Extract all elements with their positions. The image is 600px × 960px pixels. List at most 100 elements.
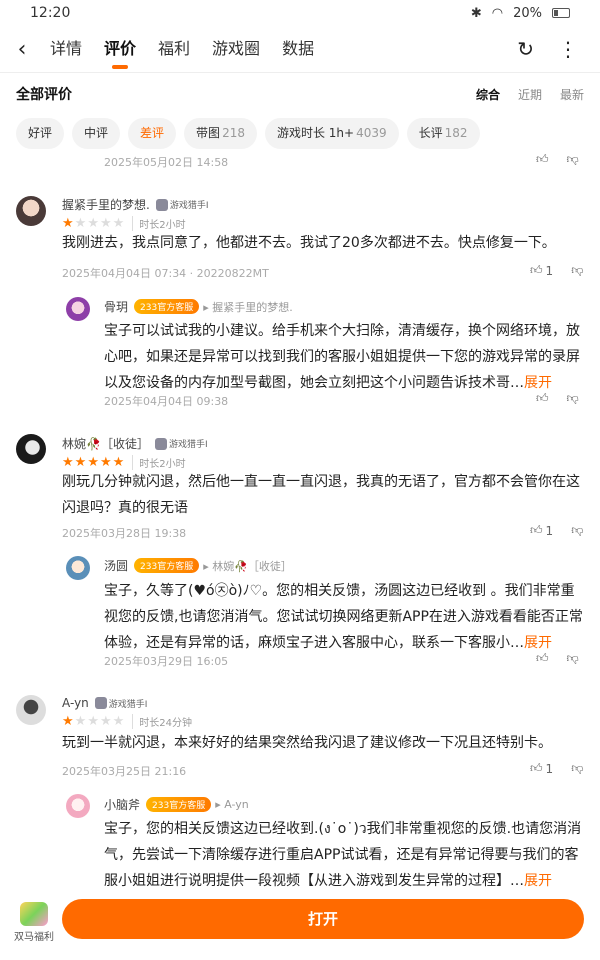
star-icon: ★ (74, 216, 87, 231)
nav-divider (0, 72, 600, 73)
expand-link[interactable]: 展开 (524, 873, 552, 889)
play-duration: 时长2小时 (132, 216, 186, 231)
review-author-row: 握紧手里的梦想. 游戏猎手I (62, 196, 208, 213)
reply-date: 2025年04月04日 09:38 (104, 395, 229, 408)
reply-author-row: 小脑斧 233官方客服 ▸ A-yn (104, 796, 249, 813)
filter-chips: 好评 中评 差评 带图 218 游戏时长 1h+ 4039 长评 182 (16, 118, 480, 149)
star-icon: ★ (112, 216, 125, 231)
review-author[interactable]: 林婉🥀［收徒］ (62, 435, 149, 452)
filter-chip-long[interactable]: 长评 182 (406, 118, 480, 149)
sort-overall[interactable]: 综合 (476, 86, 500, 103)
tab-game-circle[interactable]: 游戏圈 (212, 29, 260, 69)
star-icon: ★ (87, 216, 99, 231)
badge-label: 游戏猎手I (108, 699, 148, 710)
chip-count: 218 (222, 126, 245, 140)
filter-chip-neutral[interactable]: 中评 (72, 118, 121, 149)
tab-reviews[interactable]: 评价 (104, 29, 136, 69)
star-icon: ★ (99, 216, 112, 231)
like-button[interactable]: 👍︎ 1 (530, 263, 553, 278)
thumbs-up-icon[interactable]: 👍︎ (536, 651, 549, 666)
more-icon[interactable]: ⋮ (558, 37, 578, 61)
avatar[interactable] (16, 695, 46, 725)
reply-body: 宝子可以试试我的小建议。给手机来个大扫除，清清缓存，换个网络环境，放心吧，如果还… (104, 323, 580, 391)
avatar[interactable] (66, 297, 90, 321)
like-button[interactable]: 👍︎ 1 (530, 761, 553, 776)
badge-label: 游戏猎手I (169, 201, 209, 211)
official-badge: 233官方客服 (146, 797, 212, 812)
open-game-button[interactable]: 打开 (62, 899, 584, 939)
star-icon: ★ (62, 216, 74, 231)
star-icon: ★ (62, 455, 74, 470)
avatar[interactable] (16, 196, 46, 226)
reply-to: ▸ 握紧手里的梦想. (203, 300, 293, 314)
filter-chip-positive[interactable]: 好评 (16, 118, 65, 149)
reply-text: 宝子，您的相关反馈这边已经收到.(ง˙o˙)ว我们非常重视您的反馈.也请您消消气… (104, 816, 584, 894)
thumbs-down-icon[interactable]: 👎︎ (567, 391, 579, 406)
star-icon: ★ (62, 714, 74, 729)
wifi-icon: ◠ (491, 5, 504, 21)
review-meta: 2025年04月04日 07:34 · 20220822MT (62, 267, 269, 280)
reply-text: 宝子可以试试我的小建议。给手机来个大扫除，清清缓存，换个网络环境，放心吧，如果还… (104, 318, 584, 396)
thumbs-up-icon: 👍︎ (530, 523, 543, 537)
reply-author[interactable]: 小脑斧 (104, 796, 140, 813)
star-icon: ★ (87, 714, 99, 729)
avatar[interactable] (16, 434, 46, 464)
gift-icon (20, 902, 48, 926)
reply-author-row: 汤圆 233官方客服 ▸ 林婉🥀［收徒］ (104, 557, 292, 574)
status-bar: 12:20 ✱ ◠ 20% (0, 0, 600, 26)
play-duration: 时长24分钟 (132, 714, 192, 729)
review-author[interactable]: A-yn (62, 696, 89, 710)
share-icon[interactable]: ↻ (517, 37, 534, 61)
reply-author[interactable]: 骨玥 (104, 298, 128, 315)
review-author[interactable]: 握紧手里的梦想. (62, 196, 150, 213)
reply-target: 林婉🥀［收徒］ (212, 559, 292, 573)
badge-label: 游戏猎手I (168, 440, 208, 450)
badge-icon (155, 198, 168, 211)
review-meta: 2025年03月25日 21:16 (62, 765, 187, 778)
thumbs-up-icon[interactable]: 👍︎ (536, 152, 549, 167)
thumbs-down-icon[interactable]: 👎︎ (571, 761, 583, 776)
review-meta: 2025年03月28日 19:38 (62, 527, 187, 540)
back-icon[interactable]: ‹ (0, 37, 44, 62)
filter-chip-negative[interactable]: 差评 (128, 118, 177, 149)
avatar[interactable] (66, 794, 90, 818)
star-icon: ★ (112, 714, 125, 729)
sort-recent[interactable]: 近期 (518, 86, 542, 103)
filter-chip-with-images[interactable]: 带图 218 (184, 118, 257, 149)
thumbs-up-icon[interactable]: 👍︎ (536, 391, 549, 406)
expand-link[interactable]: 展开 (524, 375, 552, 391)
filter-chip-playtime[interactable]: 游戏时长 1h+ 4039 (264, 118, 399, 149)
chip-count: 182 (444, 126, 468, 140)
level-badge: 游戏猎手I (155, 198, 209, 211)
tab-welfare[interactable]: 福利 (158, 29, 190, 69)
avatar[interactable] (66, 556, 90, 580)
reply-to: ▸ 林婉🥀［收徒］ (203, 559, 292, 573)
like-button[interactable]: 👍︎ 1 (530, 523, 553, 538)
battery-text: 20% (513, 5, 542, 21)
like-count: 1 (545, 523, 554, 538)
rating-row: ★ ★ ★ ★ ★ 时长2小时 (62, 216, 186, 231)
review-text: 刚玩几分钟就闪退，然后他一直一直一直闪退，我真的无语了，官方都不会管你在这闪退吗… (62, 474, 580, 516)
expand-link[interactable]: 展开 (524, 635, 552, 651)
thumbs-down-icon[interactable]: 👎︎ (567, 152, 579, 167)
sort-latest[interactable]: 最新 (560, 86, 584, 103)
reply-author[interactable]: 汤圆 (104, 557, 128, 574)
welfare-entry[interactable]: 双马福利 (14, 902, 54, 943)
star-rating: ★ ★ ★ ★ ★ (62, 714, 124, 729)
battery-icon (552, 8, 570, 18)
thumbs-down-icon[interactable]: 👎︎ (571, 523, 583, 538)
rating-row: ★ ★ ★ ★ ★ 时长24分钟 (62, 714, 192, 729)
review-actions: 👍︎ 1 👎︎ (530, 523, 583, 538)
star-icon: ★ (74, 455, 87, 470)
tab-details[interactable]: 详情 (50, 29, 82, 69)
star-rating: ★ ★ ★ ★ ★ (62, 455, 124, 470)
star-icon: ★ (87, 455, 99, 470)
star-rating: ★ ★ ★ ★ ★ (62, 216, 124, 231)
official-badge: 233官方客服 (134, 299, 200, 314)
thumbs-down-icon[interactable]: 👎︎ (571, 263, 583, 278)
section-title: 全部评价 (16, 87, 72, 103)
thumbs-down-icon[interactable]: 👎︎ (567, 651, 579, 666)
level-badge: 游戏猎手I (154, 437, 208, 450)
reply-body: 宝子，久等了(♥ó㉨ò)ﾉ♡。您的相关反馈，汤圆这边已经收到 。我们非常重视您的… (104, 583, 583, 651)
tab-data[interactable]: 数据 (282, 29, 314, 69)
